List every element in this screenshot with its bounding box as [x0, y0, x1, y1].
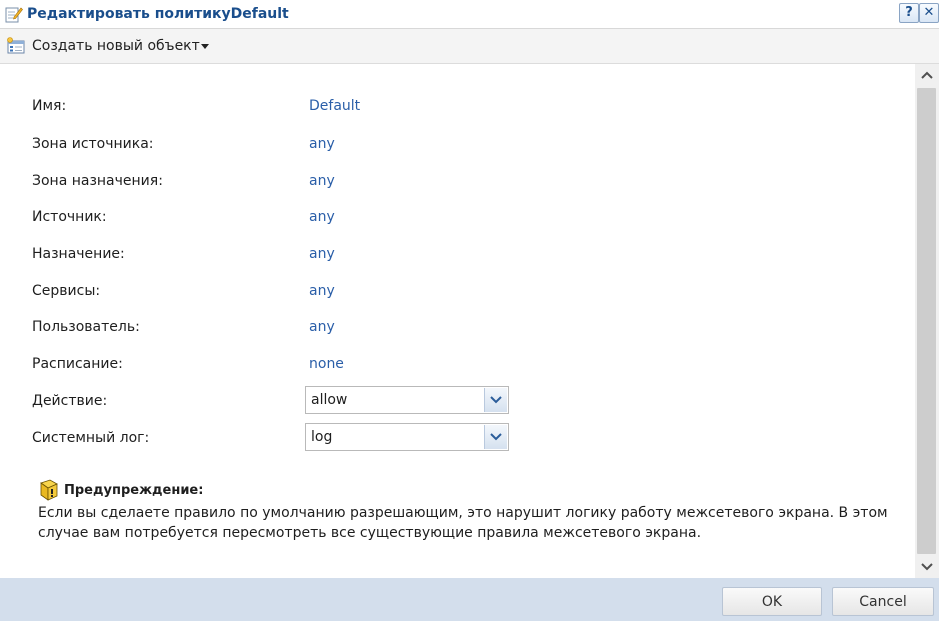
action-label: Действие:	[32, 393, 108, 409]
schedule-label: Расписание:	[32, 356, 123, 372]
source-label: Источник:	[32, 209, 107, 225]
ok-button[interactable]: OK	[722, 587, 822, 616]
scroll-down-button[interactable]	[915, 556, 939, 578]
destination-zone-value: any	[309, 173, 335, 189]
syslog-selected-value: log	[311, 429, 333, 445]
user-label: Пользователь:	[32, 319, 140, 335]
dropdown-caret-icon	[201, 44, 209, 49]
warning-title: Предупреждение:	[64, 483, 204, 498]
syslog-dropdown-arrow[interactable]	[484, 425, 507, 449]
warning-text: Если вы сделаете правило по умолчанию ра…	[38, 505, 888, 541]
source-value: any	[309, 209, 335, 225]
chevron-up-icon	[921, 71, 933, 79]
destination-value: any	[309, 246, 335, 262]
warning-book-icon	[40, 479, 58, 501]
chevron-down-icon	[490, 433, 502, 441]
window-title: Редактировать политикуDefault	[27, 6, 289, 22]
name-value: Default	[309, 98, 361, 114]
toolbar: Создать новый объект	[0, 29, 939, 64]
action-selected-value: allow	[311, 392, 348, 408]
chevron-down-icon	[490, 396, 502, 404]
new-object-icon	[7, 37, 25, 54]
source-zone-label: Зона источника:	[32, 136, 154, 152]
action-dropdown-arrow[interactable]	[484, 388, 507, 412]
help-button[interactable]: ?	[899, 3, 919, 23]
dialog-footer: OK Cancel	[0, 578, 939, 621]
source-zone-value: any	[309, 136, 335, 152]
create-object-label: Создать новый объект	[32, 38, 200, 54]
close-button[interactable]: ✕	[919, 3, 939, 23]
user-value: any	[309, 319, 335, 335]
vertical-scrollbar[interactable]	[915, 64, 939, 578]
title-bar: Редактировать политикуDefault ? ✕	[0, 0, 939, 29]
scroll-thumb[interactable]	[917, 88, 936, 554]
chevron-down-icon	[921, 563, 933, 571]
syslog-label: Системный лог:	[32, 430, 150, 446]
cancel-button[interactable]: Cancel	[832, 587, 934, 616]
policy-form: Имя: Default Зона источника: any Зона на…	[0, 64, 915, 578]
name-label: Имя:	[32, 98, 67, 114]
destination-label: Назначение:	[32, 246, 125, 262]
schedule-value: none	[309, 356, 344, 372]
scroll-up-button[interactable]	[915, 64, 939, 86]
action-select[interactable]: allow	[305, 386, 509, 414]
edit-pencil-icon	[5, 7, 23, 23]
services-value: any	[309, 283, 335, 299]
syslog-select[interactable]: log	[305, 423, 509, 451]
services-label: Сервисы:	[32, 283, 101, 299]
destination-zone-label: Зона назначения:	[32, 173, 163, 189]
